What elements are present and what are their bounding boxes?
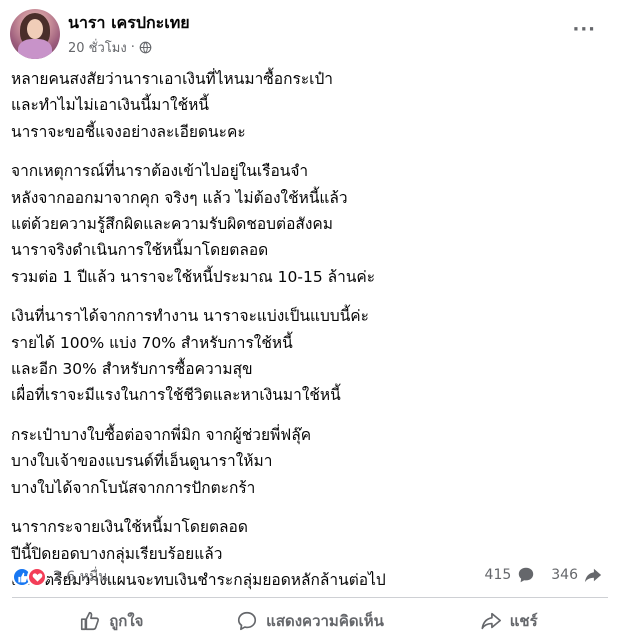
paragraph: จากเหตุการณ์ที่นาราต้องเข้าไปอยู่ในเรือน…	[11, 158, 611, 290]
post-line: หลายคนสงสัยว่านาราเอาเงินที่ไหนมาซื้อกระ…	[11, 70, 333, 88]
globe-icon[interactable]	[139, 41, 152, 54]
post-line: จากเหตุการณ์ที่นาราต้องเข้าไปอยู่ในเรือน…	[11, 162, 309, 181]
share-button[interactable]: แชร์	[409, 603, 608, 639]
like-label: ถูกใจ	[109, 612, 144, 630]
post-body: หลายคนสงสัยว่านาราเอาเงินที่ไหนมาซื้อกระ…	[11, 66, 611, 606]
meta-separator: ·	[130, 40, 135, 55]
thumbs-up-icon	[81, 611, 100, 631]
post-line: รวมต่อ 1 ปีแล้ว นาราจะใช้หนี้ประมาณ 10-1…	[11, 267, 376, 286]
share-count[interactable]: 346	[551, 567, 578, 583]
share-count-icon	[584, 568, 602, 583]
paragraph: หลายคนสงสัยว่านาราเอาเงินที่ไหนมาซื้อกระ…	[11, 66, 611, 145]
post-line: บางใบได้จากโบนัสจากการปักตะกร้า	[11, 478, 256, 497]
post-line: รายได้ 100% แบ่ง 70% สำหรับการใช้หนี้	[11, 333, 293, 352]
comment-icon	[238, 611, 257, 631]
comment-count-icon	[519, 567, 534, 583]
post-line: หลังจากออกมาจากคุก จริงๆ แล้ว ไม่ต้องใช้…	[11, 188, 348, 207]
post-line: และทำไมไม่เอาเงินนี้มาใช้หนี้	[11, 96, 209, 115]
comment-label: แสดงความคิดเห็น	[266, 612, 384, 630]
post-line: ปีนี้ปิดยอดบางกลุ่มเรียบร้อยแล้ว	[11, 544, 223, 563]
more-options-icon[interactable]: ···	[572, 19, 596, 40]
post-actions: ถูกใจ แสดงความคิดเห็น แชร์	[12, 603, 608, 639]
love-reaction-icon	[27, 567, 47, 587]
comment-button[interactable]: แสดงความคิดเห็น	[211, 603, 410, 639]
paragraph: เงินที่นาราได้จากการทำงาน นาราจะแบ่งเป็น…	[11, 303, 611, 409]
post-line: นารากระจายเงินใช้หนี้มาโดยตลอด	[11, 518, 248, 537]
post-line: แต่ด้วยความรู้สึกผิดและความรับผิดชอบต่อส…	[11, 215, 333, 234]
like-button[interactable]: ถูกใจ	[12, 603, 211, 639]
post-meta: 20 ชั่วโมง ·	[68, 37, 152, 58]
author-name[interactable]: นารา เครปกะเทย	[68, 11, 190, 36]
reaction-count: 2.6 หมื่น	[53, 569, 108, 585]
reaction-summary[interactable]: 2.6 หมื่น	[12, 566, 108, 588]
post-line: นาราจะขอชี้แจงอย่างละเอียดนะคะ	[11, 122, 246, 141]
share-label: แชร์	[509, 612, 538, 630]
avatar-face	[27, 19, 43, 39]
post-timestamp[interactable]: 20 ชั่วโมง	[68, 37, 127, 58]
avatar-dress	[18, 39, 52, 59]
post-line: กระเป๋าบางใบซื้อต่อจากพี่มิก จากผู้ช่วยพ…	[11, 425, 312, 444]
actions-divider	[12, 597, 608, 598]
post-stats: 2.6 หมื่น 415 346	[12, 566, 608, 592]
post-line: นาราจริงดำเนินการใช้หนี้มาโดยตลอด	[11, 241, 269, 260]
post-line: และอีก 30% สำหรับการซื้อความสุข	[11, 360, 253, 379]
post-line: บางใบเจ้าของแบรนด์ที่เอ็นดูนาราให้มา	[11, 452, 273, 471]
post-card: นารา เครปกะเทย 20 ชั่วโมง · ··· หลายคนสง…	[0, 0, 620, 644]
post-line: เผื่อที่เราจะมีแรงในการใช้ชีวิตและหาเงิน…	[11, 386, 341, 405]
comment-count[interactable]: 415	[485, 567, 512, 583]
post-line: เงินที่นาราได้จากการทำงาน นาราจะแบ่งเป็น…	[11, 307, 369, 326]
post-header: นารา เครปกะเทย 20 ชั่วโมง · ···	[10, 9, 610, 59]
paragraph: กระเป๋าบางใบซื้อต่อจากพี่มิก จากผู้ช่วยพ…	[11, 422, 611, 501]
share-icon	[481, 612, 501, 630]
engagement-counts: 415 346	[485, 566, 602, 584]
author-avatar[interactable]	[10, 9, 60, 59]
